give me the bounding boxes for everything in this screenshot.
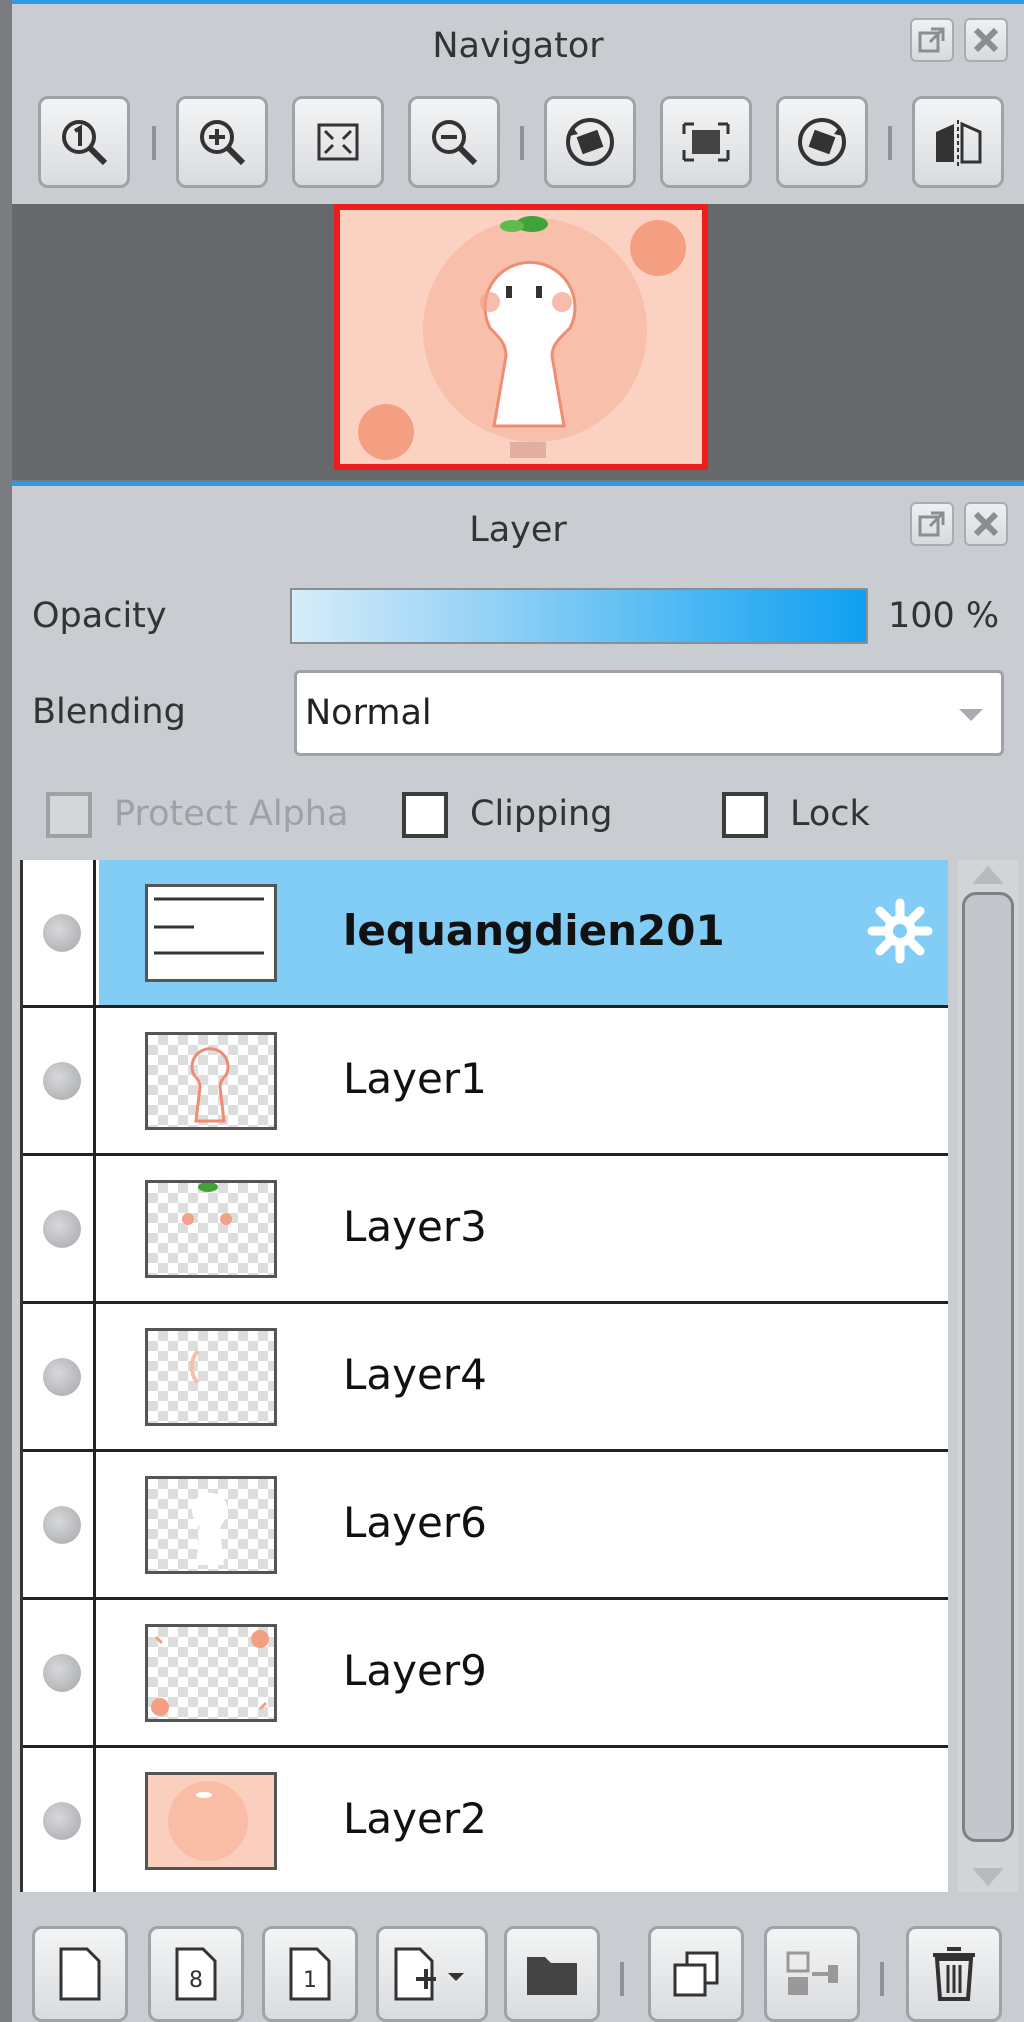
layer-thumbnail (145, 1180, 277, 1278)
navigator-toolbar (26, 96, 1016, 188)
lock-checkbox[interactable] (722, 792, 768, 838)
visibility-toggle[interactable] (43, 914, 81, 952)
merge-down-icon[interactable] (764, 1926, 860, 2022)
opacity-value: 100 % (888, 596, 1000, 636)
layer-thumbnail (145, 1328, 277, 1426)
layer-panel: Layer Opacity 100 % Blending Normal Prot… (12, 482, 1024, 2022)
layer-name[interactable]: Layer1 (343, 1054, 487, 1103)
visibility-toggle[interactable] (43, 1358, 81, 1396)
layer-row[interactable]: Layer4 (23, 1304, 948, 1452)
new-layer-icon[interactable] (32, 1926, 128, 2022)
protect-alpha-label: Protect Alpha (114, 794, 349, 834)
flip-horizontal-icon[interactable] (912, 96, 1004, 188)
undock-icon[interactable] (910, 502, 954, 546)
layer-row[interactable]: Layer1 (23, 1008, 948, 1156)
gear-icon[interactable] (867, 898, 933, 968)
layer-thumbnail (145, 1476, 277, 1574)
new-folder-icon[interactable] (504, 1926, 600, 2022)
rotate-left-icon[interactable] (544, 96, 636, 188)
zoom-in-icon[interactable] (176, 96, 268, 188)
layer-thumbnail (145, 1032, 277, 1130)
clipping-checkbox[interactable] (402, 792, 448, 838)
close-icon[interactable] (964, 18, 1008, 62)
svg-text:8: 8 (189, 1968, 203, 1993)
layer-row[interactable]: Layer6 (23, 1452, 948, 1600)
new-8bit-layer-icon[interactable]: 8 (148, 1926, 244, 2022)
chevron-down-icon (959, 709, 983, 721)
undock-icon[interactable] (910, 18, 954, 62)
zoom-out-icon[interactable] (408, 96, 500, 188)
scroll-up-icon[interactable] (972, 866, 1004, 884)
navigator-view[interactable] (12, 204, 1024, 480)
canvas-preview[interactable] (334, 204, 708, 470)
lock-label: Lock (790, 794, 870, 834)
layer-name[interactable]: Layer9 (343, 1646, 487, 1695)
fit-window-icon[interactable] (292, 96, 384, 188)
layer-row[interactable]: Layer9 (23, 1600, 948, 1748)
scroll-down-icon[interactable] (972, 1868, 1004, 1886)
layer-thumbnail (145, 1772, 277, 1870)
visibility-toggle[interactable] (43, 1210, 81, 1248)
blending-value: Normal (305, 693, 432, 733)
visibility-toggle[interactable] (43, 1802, 81, 1840)
visibility-toggle[interactable] (43, 1062, 81, 1100)
visibility-toggle[interactable] (43, 1654, 81, 1692)
add-layer-menu-icon[interactable] (376, 1926, 488, 2022)
new-1bit-layer-icon[interactable]: 1 (262, 1926, 358, 2022)
layer-thumbnail (145, 884, 277, 982)
duplicate-layer-icon[interactable] (648, 1926, 744, 2022)
layer-row[interactable]: Layer3 (23, 1156, 948, 1304)
layer-toolbar: 8 1 (12, 1906, 1024, 2022)
blending-label: Blending (32, 692, 186, 732)
navigator-title: Navigator (432, 26, 604, 66)
protect-alpha-checkbox[interactable] (46, 792, 92, 838)
opacity-label: Opacity (32, 596, 167, 636)
opacity-slider[interactable] (290, 588, 868, 644)
visibility-toggle[interactable] (43, 1506, 81, 1544)
layer-name[interactable]: lequangdien201 (343, 906, 725, 955)
layer-list: lequangdien201 Layer1 Layer3 Layer4 Laye… (20, 860, 948, 1892)
rotate-right-icon[interactable] (776, 96, 868, 188)
delete-layer-icon[interactable] (906, 1926, 1002, 2022)
layer-row[interactable]: lequangdien201 (23, 860, 948, 1008)
reset-rotation-icon[interactable] (660, 96, 752, 188)
layer-title: Layer (469, 510, 567, 550)
navigator-panel: Navigator (12, 0, 1024, 480)
close-icon[interactable] (964, 502, 1008, 546)
layer-thumbnail (145, 1624, 277, 1722)
blending-select[interactable]: Normal (294, 670, 1004, 756)
clipping-label: Clipping (470, 794, 613, 834)
actual-size-icon[interactable] (38, 96, 130, 188)
layer-name[interactable]: Layer3 (343, 1202, 487, 1251)
svg-text:1: 1 (303, 1968, 317, 1993)
layer-row[interactable]: Layer2 (23, 1748, 948, 1892)
layer-scrollbar[interactable] (958, 860, 1018, 1892)
layer-name[interactable]: Layer6 (343, 1498, 487, 1547)
layer-name[interactable]: Layer4 (343, 1350, 487, 1399)
layer-name[interactable]: Layer2 (343, 1794, 487, 1843)
scroll-thumb[interactable] (962, 892, 1014, 1842)
